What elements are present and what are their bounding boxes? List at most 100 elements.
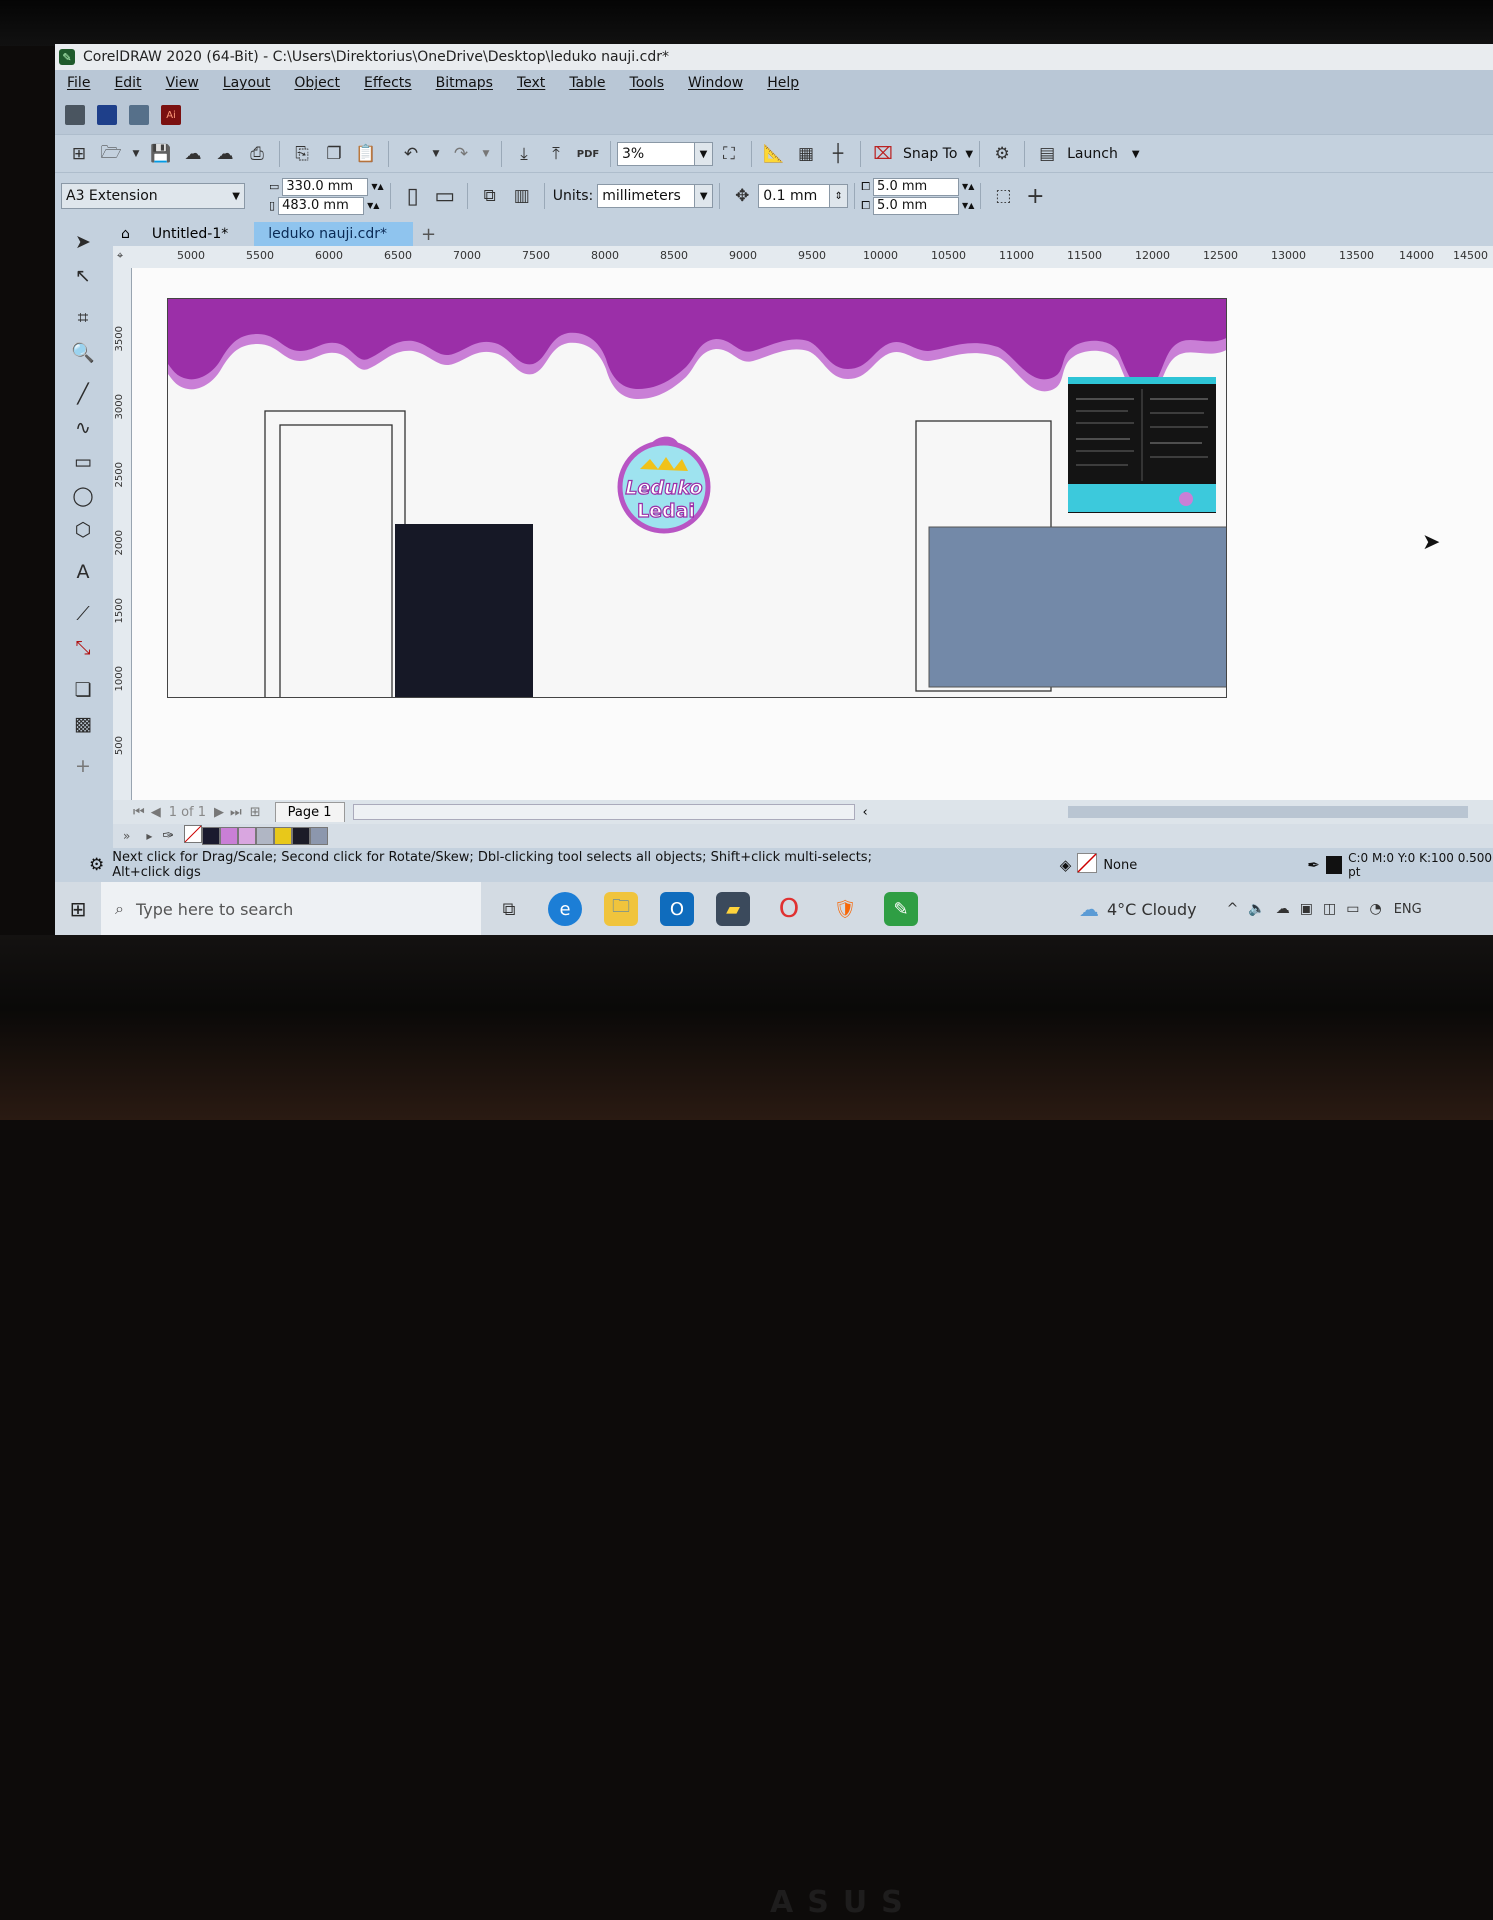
all-pages-icon[interactable]: ⧉ (477, 183, 503, 209)
network-icon[interactable]: ◫ (1323, 901, 1336, 917)
current-page-icon[interactable]: ▥ (509, 183, 535, 209)
polygon-tool-icon[interactable]: ⬡ (69, 516, 97, 544)
page-width-input[interactable]: 330.0 mm (282, 177, 369, 196)
artboard-shop-wall[interactable]: Leduko Ledai (167, 298, 1227, 698)
menu-edit[interactable]: Edit (114, 75, 141, 91)
cloud-download-icon[interactable]: ☁ (180, 141, 206, 167)
zoom-tool-magnifier-icon[interactable]: 🔍 (69, 338, 97, 366)
file-explorer-icon[interactable]: 🗀 (604, 892, 638, 926)
zoom-to-page-icon[interactable]: ⛶ (716, 141, 742, 167)
page-size-select[interactable]: A3 Extension ▼ (61, 183, 245, 209)
menu-effects[interactable]: Effects (364, 75, 412, 91)
nudge-distance-input[interactable]: 0.1 mm (758, 184, 831, 208)
scroll-left-chevron-icon[interactable]: ‹ (863, 805, 868, 820)
menu-table[interactable]: Table (569, 75, 605, 91)
eyedropper-icon[interactable]: ✑ (162, 828, 174, 844)
swatch-purple[interactable] (220, 827, 239, 845)
launch-chevron-down-icon[interactable]: ▼ (1132, 149, 1140, 160)
outline-color-swatch[interactable] (1325, 856, 1343, 874)
last-page-icon[interactable]: ⏭ (230, 805, 242, 820)
shape-tool-icon[interactable]: ↖ (69, 262, 97, 290)
export-icon[interactable]: ⤒ (543, 141, 569, 167)
swatch-grey[interactable] (256, 827, 275, 845)
add-tool-icon[interactable]: + (69, 752, 97, 780)
rectangle-tool-icon[interactable]: ▭ (69, 448, 97, 476)
open-dropdown-chevron-down-icon[interactable]: ▼ (130, 141, 142, 167)
snap-to-chevron-down-icon[interactable]: ▼ (965, 149, 973, 160)
copy-icon[interactable]: ❐ (321, 141, 347, 167)
taskbar-search-box[interactable]: ⌕ Type here to search (101, 882, 481, 936)
landscape-orientation-icon[interactable]: ▭ (432, 183, 458, 209)
ruler-origin-icon[interactable]: ⌖ (117, 249, 123, 263)
prev-page-icon[interactable]: ◀ (151, 805, 161, 820)
home-icon[interactable]: ⌂ (113, 222, 138, 246)
windows-start-icon[interactable]: ⊞ (55, 897, 101, 921)
ellipse-tool-icon[interactable]: ◯ (69, 482, 97, 510)
fill-bucket-icon[interactable]: ◈ (1060, 856, 1072, 874)
crop-tool-icon[interactable]: ⌗ (69, 304, 97, 332)
drop-shadow-tool-icon[interactable]: ❏ (69, 676, 97, 704)
units-chevron-down-icon[interactable]: ▼ (695, 184, 714, 208)
volume-icon[interactable]: 🔈 (1248, 901, 1265, 917)
undo-icon[interactable]: ↶ (398, 141, 424, 167)
nudge-stepper[interactable]: ⇕ (830, 184, 849, 208)
open-folder-icon[interactable]: 🗁 (98, 141, 124, 167)
launch-icon[interactable]: ▤ (1034, 141, 1060, 167)
add-icon[interactable]: + (1022, 183, 1048, 209)
swatch-black[interactable] (292, 827, 311, 845)
undo-dropdown-chevron-down-icon[interactable]: ▼ (430, 141, 442, 167)
new-tab-add-icon[interactable]: + (413, 222, 444, 246)
vertical-ruler[interactable]: 3500 3000 2500 2000 1500 1000 500 (113, 268, 132, 808)
onedrive-icon[interactable]: ☁ (1276, 901, 1290, 917)
horizontal-ruler[interactable]: ⌖ 5000 5500 6000 6500 7000 7500 8000 850… (113, 246, 1493, 269)
sticky-notes-icon[interactable]: ▰ (716, 892, 750, 926)
freehand-tool-icon[interactable]: ╱ (69, 380, 97, 408)
menu-view[interactable]: View (166, 75, 199, 91)
redo-dropdown-chevron-down-icon[interactable]: ▼ (480, 141, 492, 167)
duplicate-x-stepper[interactable]: ▼▲ (962, 182, 974, 191)
print-icon[interactable]: ⎙ (244, 141, 270, 167)
duplicate-y-input[interactable]: 5.0 mm (873, 196, 960, 215)
opera-browser-icon[interactable]: O (772, 892, 806, 926)
horizontal-scrollbar-thumb[interactable] (1067, 806, 1468, 818)
page-height-input[interactable]: 483.0 mm (278, 196, 365, 215)
menu-file[interactable]: File (67, 75, 90, 91)
add-page-icon[interactable]: ⊞ (250, 805, 261, 820)
height-stepper[interactable]: ▼▲ (367, 201, 379, 210)
language-indicator[interactable]: ENG (1394, 902, 1422, 917)
redo-icon[interactable]: ↷ (448, 141, 474, 167)
swatch-lilac[interactable] (238, 827, 257, 845)
tab-untitled-1[interactable]: Untitled-1* (138, 222, 254, 246)
photo-paint-icon[interactable] (129, 105, 149, 125)
next-page-icon[interactable]: ▶ (214, 805, 224, 820)
fill-none-swatch[interactable] (1077, 853, 1098, 877)
menu-object[interactable]: Object (294, 75, 340, 91)
blue-app-icon[interactable] (97, 105, 117, 125)
rulers-toggle-icon[interactable]: 📐 (761, 141, 787, 167)
edge-browser-icon[interactable]: e (548, 892, 582, 926)
new-document-icon[interactable]: ⊞ (66, 141, 92, 167)
palette-scroll-icon[interactable]: ▸ (146, 829, 152, 843)
zoom-dropdown-chevron-down-icon[interactable]: ▼ (695, 142, 713, 166)
export-pdf-icon[interactable]: PDF (575, 141, 601, 167)
parallel-dimension-tool-icon[interactable]: ⟋ (69, 600, 97, 628)
tray-expand-chevron-up-icon[interactable]: ^ (1227, 901, 1239, 917)
menu-bitmaps[interactable]: Bitmaps (436, 75, 493, 91)
palette-expand-chevron-icon[interactable]: » (123, 829, 130, 843)
brave-browser-icon[interactable]: 🛡 (828, 892, 862, 926)
page-1-tab[interactable]: Page 1 (274, 802, 345, 822)
artistic-media-tool-icon[interactable]: ∿ (69, 414, 97, 442)
outlook-icon[interactable]: O (660, 892, 694, 926)
text-tool-icon[interactable]: A (69, 558, 97, 586)
menu-text[interactable]: Text (517, 75, 545, 91)
import-icon[interactable]: ⤓ (511, 141, 537, 167)
cloud-upload-icon[interactable]: ☁ (212, 141, 238, 167)
battery-icon[interactable]: ▭ (1346, 901, 1359, 917)
wifi-icon[interactable]: ◔ (1369, 901, 1381, 917)
first-page-icon[interactable]: ⏮ (133, 805, 145, 820)
screenshot-app-icon[interactable] (65, 105, 85, 125)
page-border-icon[interactable]: ⬚ (990, 183, 1016, 209)
save-icon[interactable]: 💾 (148, 141, 174, 167)
weather-text[interactable]: 4°C Cloudy (1107, 900, 1197, 919)
swatch-slate[interactable] (310, 827, 329, 845)
